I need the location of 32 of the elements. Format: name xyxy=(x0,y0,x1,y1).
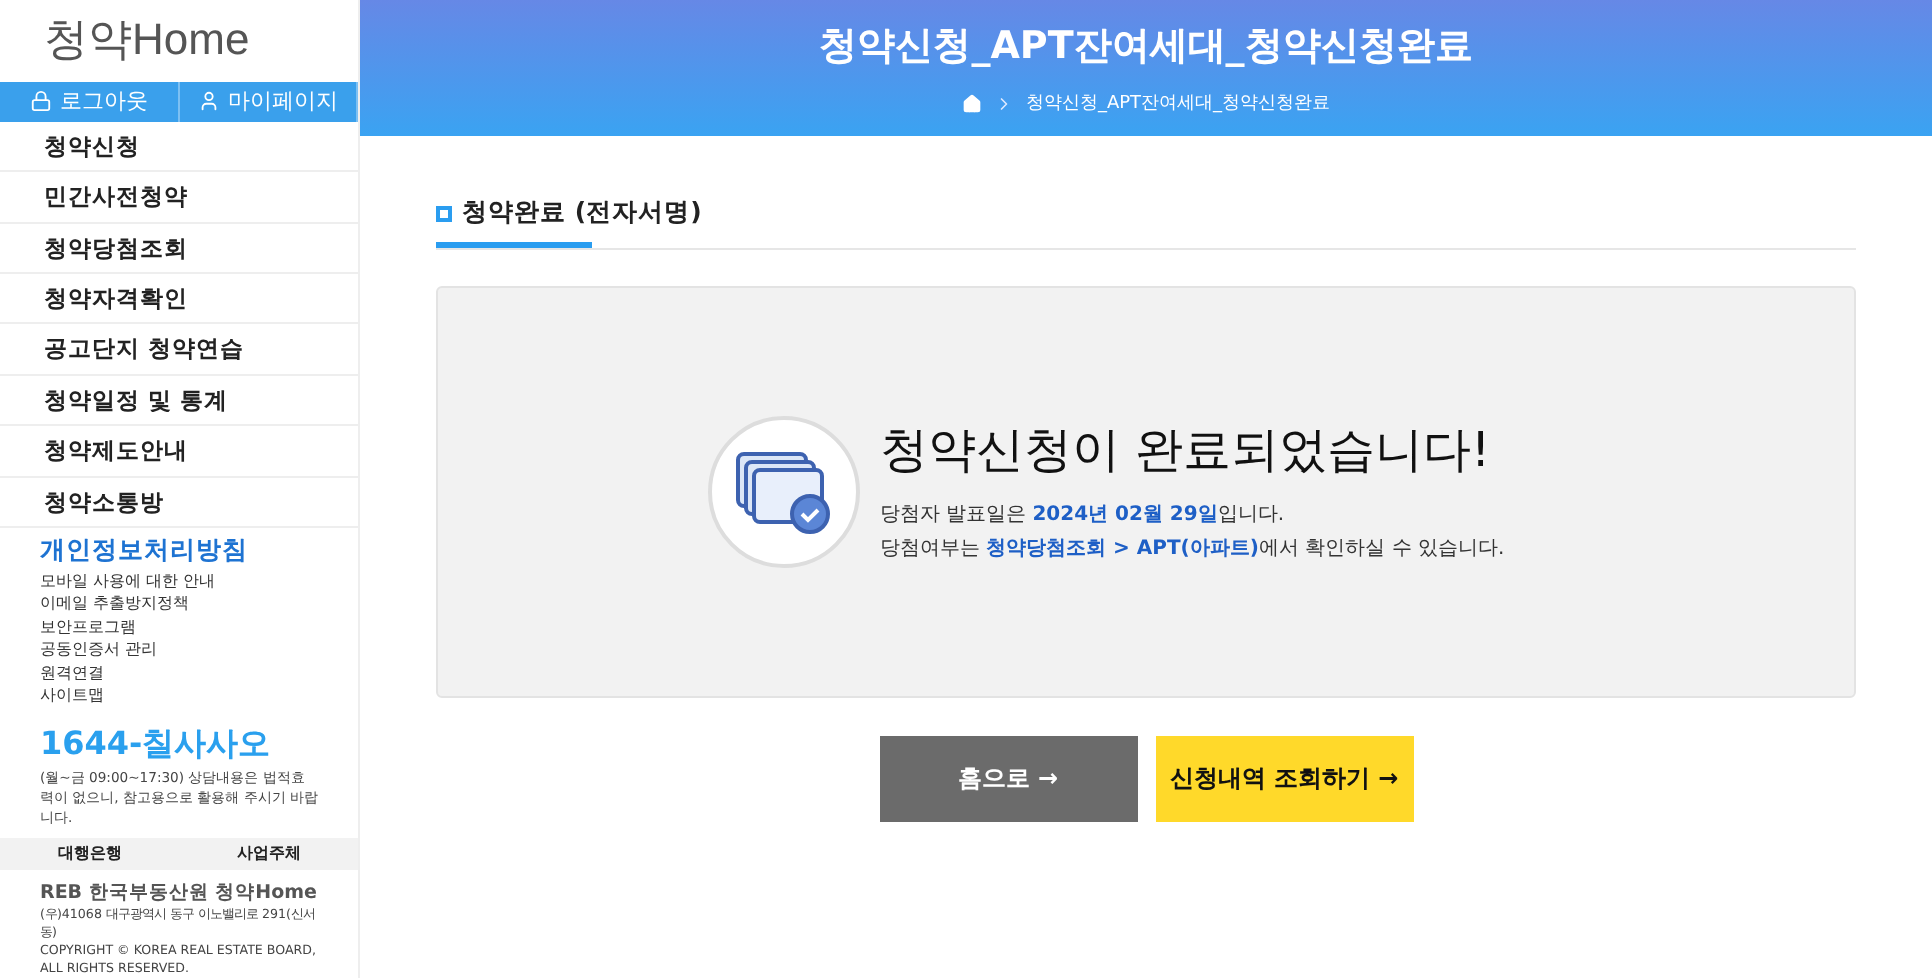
home-button[interactable]: 홈으로 → xyxy=(879,736,1137,822)
menu-item[interactable]: 청약자격확인 xyxy=(0,274,358,325)
square-icon xyxy=(436,205,452,221)
call-center-number: 1644-칠사사오 xyxy=(38,721,273,766)
partner-link[interactable]: 대행은행 xyxy=(0,842,179,865)
footer-link[interactable]: 공동인증서 관리 xyxy=(40,638,318,662)
footer-link[interactable]: 사이트맵 xyxy=(40,684,318,708)
completion-message: 청약신청이 완료되었습니다! xyxy=(879,420,1493,482)
menu-item[interactable]: 청약당첨조회 xyxy=(0,223,358,274)
footer-link[interactable]: 원격연결 xyxy=(40,661,318,685)
partner-link[interactable]: 사업주체 xyxy=(179,842,358,865)
info-text: 당첨자 발표일은 2024년 02월 29일입니다. xyxy=(879,502,1287,530)
footer-link[interactable]: 보안프로그램 xyxy=(40,615,318,639)
site-logo[interactable]: 청약Home xyxy=(0,0,358,82)
menu-item[interactable]: 청약소통방 xyxy=(0,477,358,528)
footer-link[interactable]: 모바일 사용에 대한 안내 xyxy=(40,569,318,593)
user-icon xyxy=(197,90,220,113)
section-title: 청약완료 (전자서명) xyxy=(436,196,702,248)
page-title: 청약신청_APT잔여세대_청약신청완료 xyxy=(819,22,1473,72)
info-text: 당첨여부는 청약당첨조회 > APT(아파트)에서 확인하실 수 있습니다. xyxy=(879,536,1505,564)
footer-link[interactable]: 이메일 추출방지정책 xyxy=(40,592,318,616)
menu-item[interactable]: 청약일정 및 통계 xyxy=(0,375,358,427)
lock-icon xyxy=(29,90,52,113)
home-icon[interactable] xyxy=(961,93,982,113)
privacy-policy-link[interactable]: 개인정보처리방침 xyxy=(40,533,318,568)
windows-check-icon xyxy=(733,450,834,534)
menu-item[interactable]: 공고단지 청약연습 xyxy=(0,324,358,376)
menu-item[interactable]: 청약신청 xyxy=(0,121,358,173)
menu-item[interactable]: 민간사전청약 xyxy=(0,172,358,224)
footer-logo: REB 한국부동산원 청약Home xyxy=(40,880,318,906)
view-history-button[interactable]: 신청내역 조회하기 → xyxy=(1155,736,1413,822)
menu-item[interactable]: 청약제도안내 xyxy=(0,426,358,478)
